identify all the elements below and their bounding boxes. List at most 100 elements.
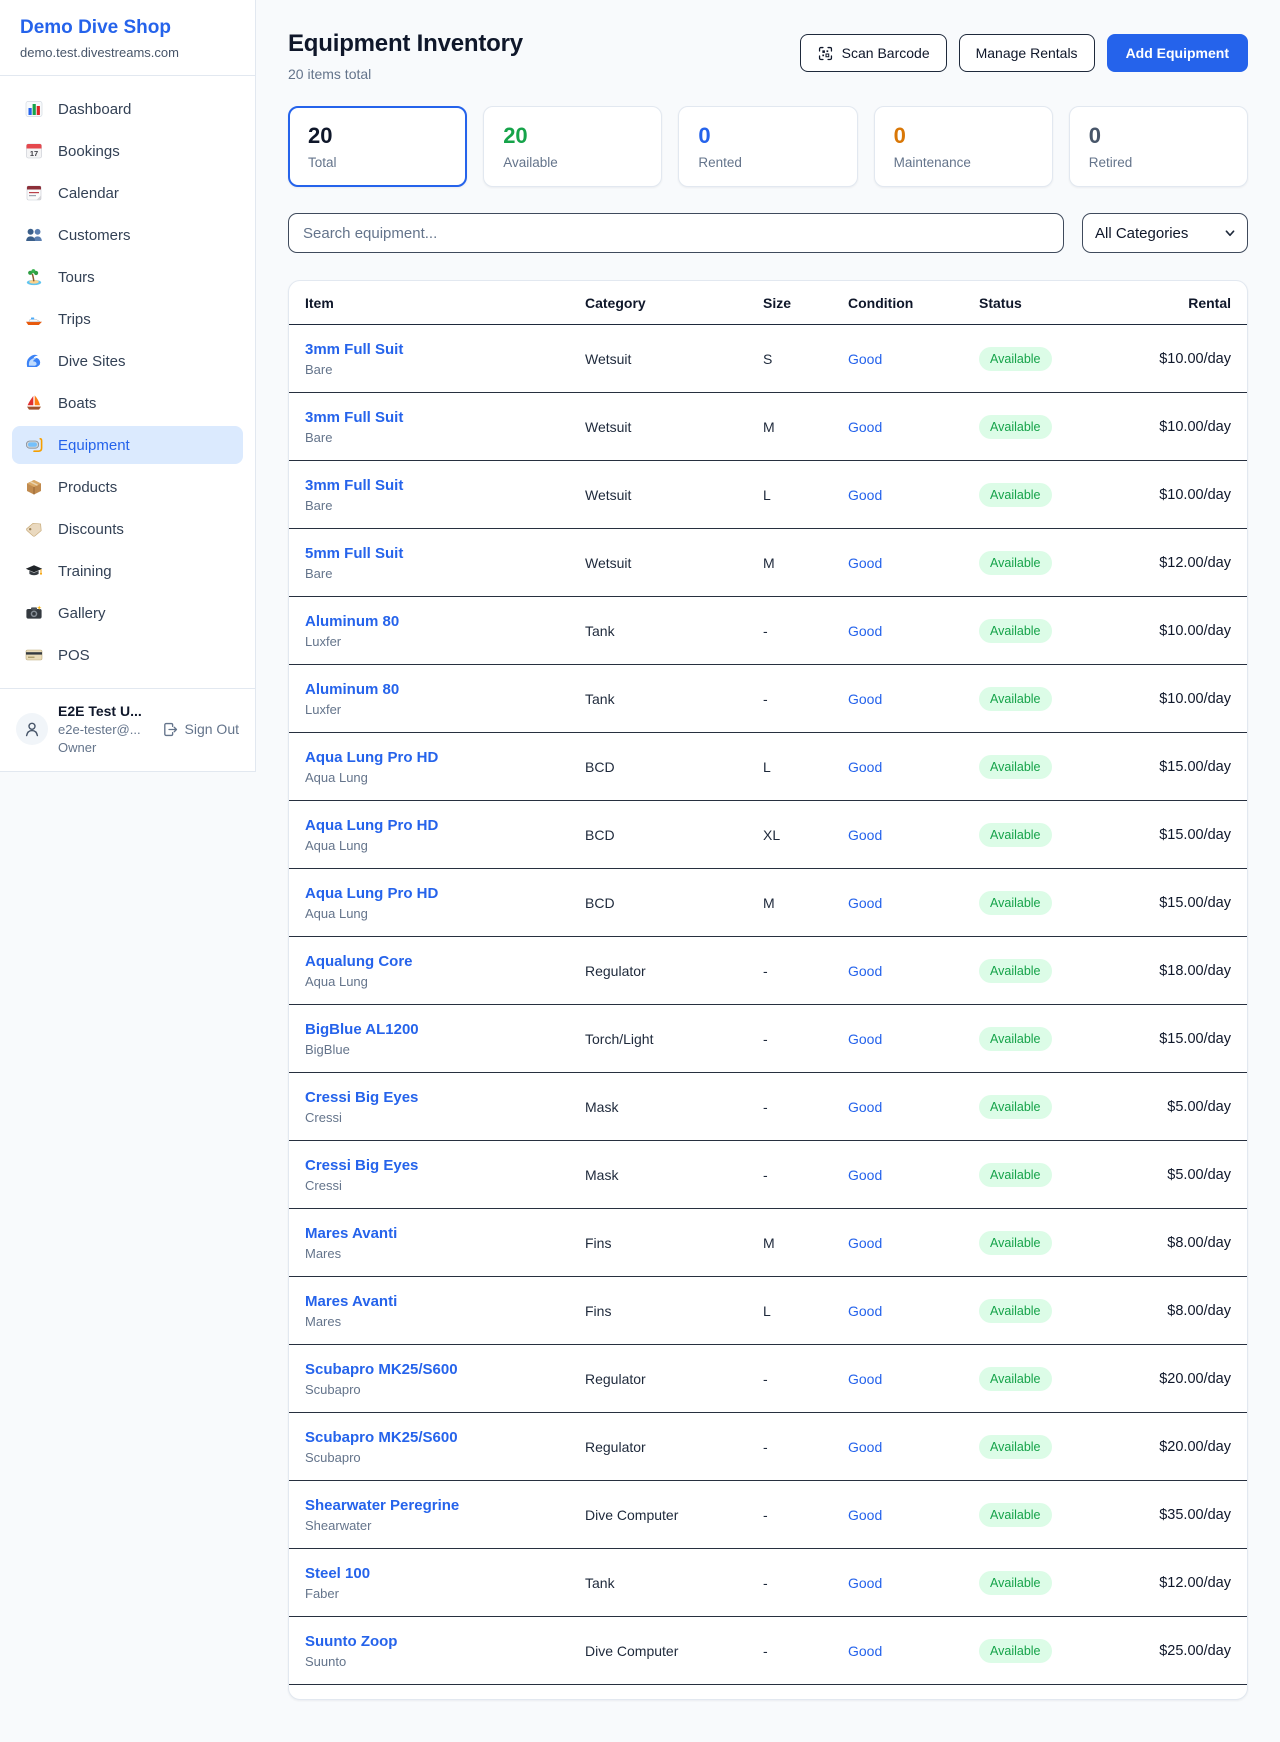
- category-select[interactable]: All Categories: [1082, 213, 1248, 253]
- sidebar-item-discounts[interactable]: Discounts: [12, 510, 243, 548]
- category-cell: BCD: [585, 895, 763, 911]
- item-name-link[interactable]: Aqualung Core: [305, 953, 585, 970]
- status-badge: Available: [979, 415, 1052, 439]
- condition-link[interactable]: Good: [848, 351, 979, 367]
- item-name-link[interactable]: Steel 100: [305, 1565, 585, 1582]
- item-name-link[interactable]: 3mm Full Suit: [305, 477, 585, 494]
- item-name-link[interactable]: Aluminum 80: [305, 613, 585, 630]
- header-actions: Scan Barcode Manage Rentals Add Equipmen…: [800, 34, 1248, 72]
- item-name-link[interactable]: Cressi Big Eyes: [305, 1157, 585, 1174]
- condition-link[interactable]: Good: [848, 1643, 979, 1659]
- category-cell: Wetsuit: [585, 351, 763, 367]
- category-cell: BCD: [585, 827, 763, 843]
- condition-link[interactable]: Good: [848, 487, 979, 503]
- item-name-link[interactable]: 5mm Full Suit: [305, 545, 585, 562]
- status-badge: Available: [979, 483, 1052, 507]
- item-name-link[interactable]: Shearwater Peregrine: [305, 1497, 585, 1514]
- condition-link[interactable]: Good: [848, 555, 979, 571]
- sidebar-item-customers[interactable]: Customers: [12, 216, 243, 254]
- table-row: 3mm Full Suit Bare Wetsuit L Good Availa…: [289, 461, 1247, 529]
- item-name-link[interactable]: Aluminum 80: [305, 681, 585, 698]
- condition-link[interactable]: Good: [848, 1235, 979, 1251]
- status-cell: Available: [979, 755, 1129, 779]
- item-brand: Mares: [305, 1314, 585, 1329]
- sidebar-item-trips[interactable]: Trips: [12, 300, 243, 338]
- sidebar-item-products[interactable]: Products: [12, 468, 243, 506]
- condition-link[interactable]: Good: [848, 963, 979, 979]
- stat-card-total[interactable]: 20 Total: [288, 106, 467, 187]
- condition-link[interactable]: Good: [848, 827, 979, 843]
- sidebar-item-label: Boats: [58, 395, 96, 412]
- item-name-link[interactable]: Mares Avanti: [305, 1293, 585, 1310]
- sidebar-item-equipment[interactable]: Equipment: [12, 426, 243, 464]
- condition-link[interactable]: Good: [848, 1371, 979, 1387]
- item-name-link[interactable]: Aqua Lung Pro HD: [305, 885, 585, 902]
- item-name-link[interactable]: Cressi Big Eyes: [305, 1089, 585, 1106]
- sidebar-item-bookings[interactable]: 17 Bookings: [12, 132, 243, 170]
- item-name-link[interactable]: Suunto Zoop: [305, 1633, 585, 1650]
- stat-card-available[interactable]: 20 Available: [483, 106, 662, 187]
- item-name-link[interactable]: 3mm Full Suit: [305, 341, 585, 358]
- condition-link[interactable]: Good: [848, 1575, 979, 1591]
- search-input[interactable]: [288, 213, 1064, 253]
- credit-card-icon: [24, 645, 44, 665]
- status-cell: Available: [979, 551, 1129, 575]
- condition-link[interactable]: Good: [848, 759, 979, 775]
- size-cell: M: [763, 555, 848, 571]
- rental-price: $8.00/day: [1129, 1235, 1231, 1251]
- table-row: BigBlue AL1200 BigBlue Torch/Light - Goo…: [289, 1005, 1247, 1073]
- stat-card-rented[interactable]: 0 Rented: [678, 106, 857, 187]
- rental-price: $12.00/day: [1129, 1575, 1231, 1591]
- condition-link[interactable]: Good: [848, 1507, 979, 1523]
- svg-text:17: 17: [30, 149, 38, 158]
- size-cell: S: [763, 351, 848, 367]
- sidebar-item-dive-sites[interactable]: Dive Sites: [12, 342, 243, 380]
- condition-link[interactable]: Good: [848, 895, 979, 911]
- add-equipment-button[interactable]: Add Equipment: [1107, 34, 1248, 72]
- sidebar-item-gallery[interactable]: Gallery: [12, 594, 243, 632]
- add-equipment-label: Add Equipment: [1126, 45, 1229, 61]
- condition-link[interactable]: Good: [848, 1031, 979, 1047]
- condition-link[interactable]: Good: [848, 1303, 979, 1319]
- item-name-link[interactable]: Scubapro MK25/S600: [305, 1361, 585, 1378]
- sidebar-item-pos[interactable]: POS: [12, 636, 243, 674]
- item-cell: Mares Avanti Mares: [305, 1293, 585, 1329]
- sign-out-button[interactable]: Sign Out: [162, 721, 239, 738]
- sidebar-item-label: Tours: [58, 269, 95, 286]
- stat-card-maintenance[interactable]: 0 Maintenance: [874, 106, 1053, 187]
- item-name-link[interactable]: Scubapro MK25/S600: [305, 1429, 585, 1446]
- sidebar-item-label: Dashboard: [58, 101, 131, 118]
- equipment-table: Item Category Size Condition Status Rent…: [288, 280, 1248, 1700]
- condition-link[interactable]: Good: [848, 419, 979, 435]
- item-name-link[interactable]: Aqua Lung Pro HD: [305, 749, 585, 766]
- category-select-wrap: All Categories: [1082, 213, 1248, 253]
- item-cell: Shearwater Peregrine Shearwater: [305, 1497, 585, 1533]
- condition-link[interactable]: Good: [848, 623, 979, 639]
- user-block: E2E Test U... e2e-tester@... Owner Sign …: [0, 688, 255, 771]
- sidebar-item-calendar[interactable]: Calendar: [12, 174, 243, 212]
- item-name-link[interactable]: Aqua Lung Pro HD: [305, 817, 585, 834]
- condition-link[interactable]: Good: [848, 1439, 979, 1455]
- sidebar-item-tours[interactable]: Tours: [12, 258, 243, 296]
- item-name-link[interactable]: Mares Avanti: [305, 1225, 585, 1242]
- condition-link[interactable]: Good: [848, 1099, 979, 1115]
- sign-out-icon: [162, 721, 179, 738]
- item-name-link[interactable]: 3mm Full Suit: [305, 409, 585, 426]
- sidebar-item-dashboard[interactable]: Dashboard: [12, 90, 243, 128]
- sidebar-item-boats[interactable]: Boats: [12, 384, 243, 422]
- stat-card-retired[interactable]: 0 Retired: [1069, 106, 1248, 187]
- status-badge: Available: [979, 755, 1052, 779]
- items-total-subtitle: 20 items total: [288, 66, 523, 82]
- item-name-link[interactable]: BigBlue AL1200: [305, 1021, 585, 1038]
- user-role: Owner: [58, 740, 152, 755]
- manage-rentals-button[interactable]: Manage Rentals: [959, 34, 1095, 72]
- sidebar-item-training[interactable]: Training: [12, 552, 243, 590]
- column-header-item: Item: [305, 295, 585, 311]
- item-cell: Mares Avanti Mares: [305, 1225, 585, 1261]
- scan-barcode-button[interactable]: Scan Barcode: [800, 34, 947, 72]
- item-brand: Bare: [305, 362, 585, 377]
- condition-link[interactable]: Good: [848, 691, 979, 707]
- condition-link[interactable]: Good: [848, 1167, 979, 1183]
- grad-cap-icon: [24, 561, 44, 581]
- status-cell: Available: [979, 1299, 1129, 1323]
